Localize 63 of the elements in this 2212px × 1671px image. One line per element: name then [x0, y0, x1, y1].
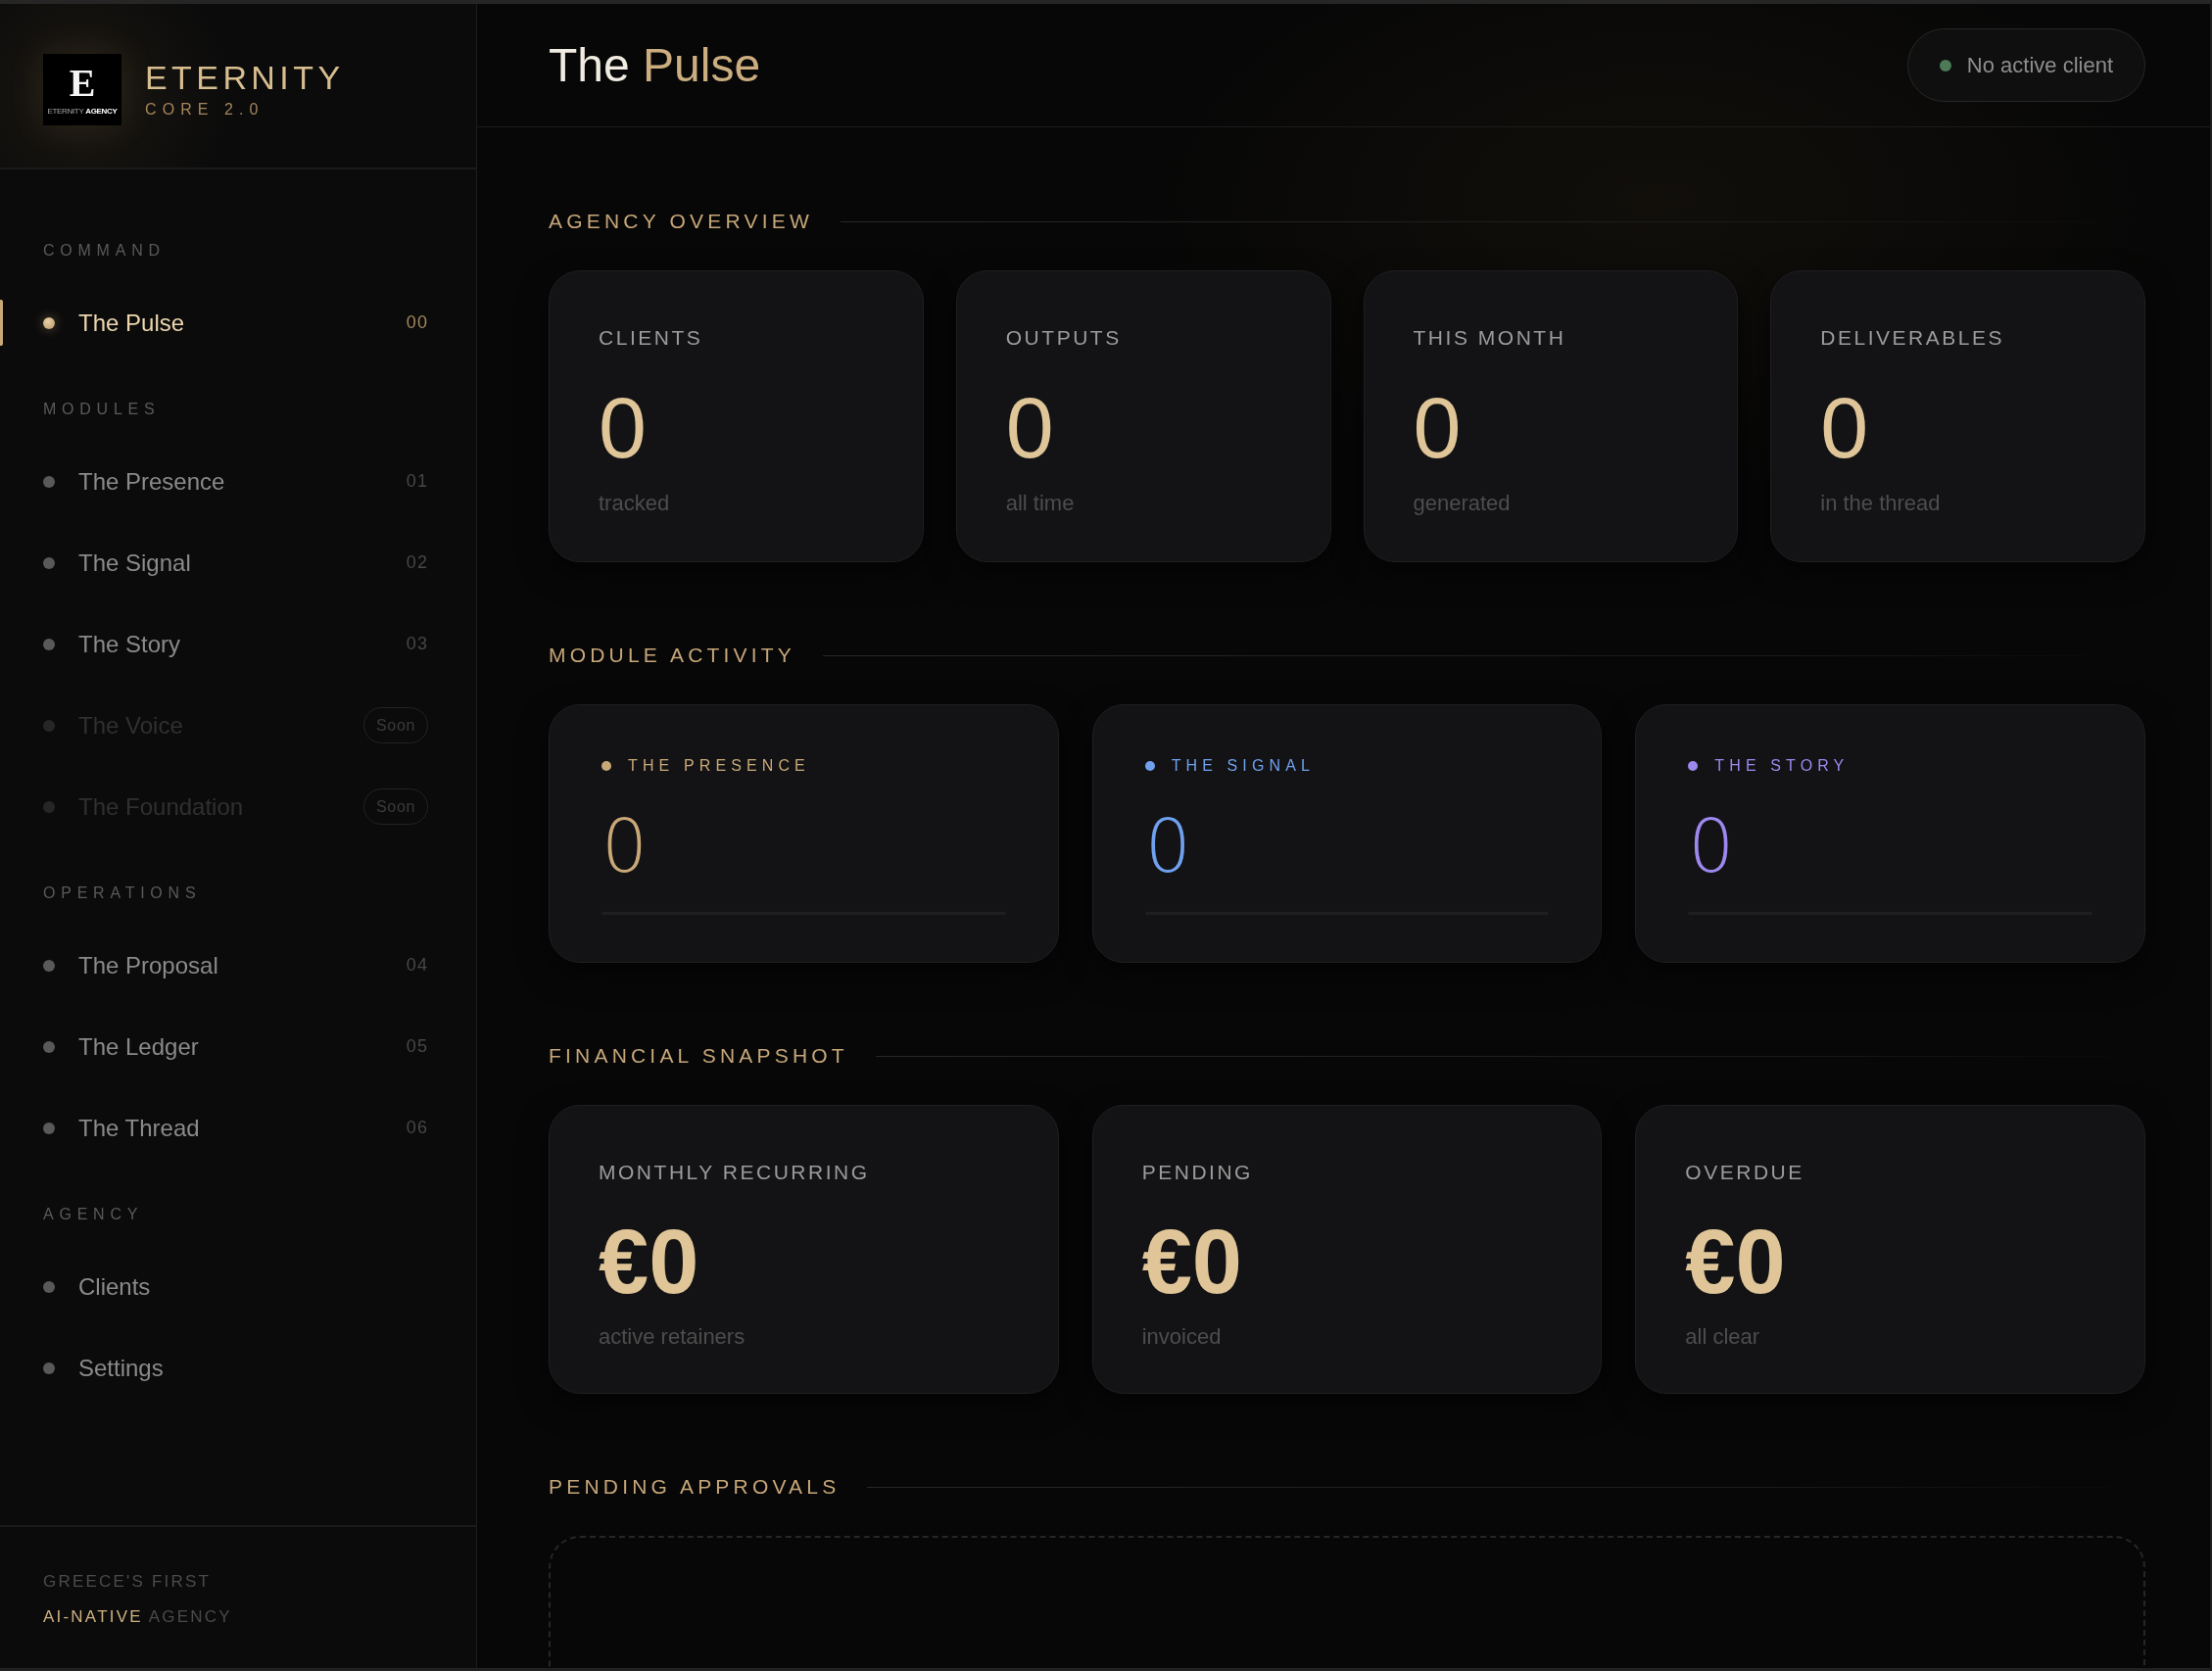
nav-link[interactable]: The Thread 06 — [0, 1087, 476, 1169]
brand-version: CORE 2.0 — [145, 101, 265, 119]
nav-link[interactable]: Clients — [0, 1246, 476, 1327]
bullet-dot-icon — [43, 719, 55, 732]
card-caption: all time — [1005, 491, 1075, 516]
card-label: OUTPUTS — [1005, 326, 1122, 350]
section-title: FINANCIAL SNAPSHOT — [549, 1044, 848, 1068]
nav-section-heading: MODULES — [42, 400, 162, 419]
nav-link[interactable]: Settings — [0, 1327, 476, 1408]
nav-link[interactable]: The Story 03 — [0, 603, 476, 685]
nav-section-heading: OPERATIONS — [42, 883, 203, 903]
card-label: PENDING — [1141, 1161, 1253, 1184]
bullet-dot-icon — [43, 556, 55, 569]
module-name: THE STORY — [1714, 756, 1850, 776]
card-value: 0 — [1413, 385, 1462, 471]
bullet-dot-icon — [43, 1040, 55, 1053]
section-title: MODULE ACTIVITY — [549, 644, 796, 667]
module-count: 0 — [1144, 809, 1191, 883]
nav-link[interactable]: The Signal 02 — [0, 522, 476, 603]
nav-section-heading: AGENCY — [42, 1205, 145, 1224]
module-count: 0 — [601, 809, 649, 883]
client-selector-button[interactable]: No active client — [1906, 28, 2145, 102]
card-label: MONTHLY RECURRING — [599, 1161, 870, 1184]
bullet-dot-icon — [43, 316, 55, 329]
bullet-dot-icon — [43, 1122, 55, 1134]
card-caption: tracked — [599, 491, 670, 516]
card-label: OVERDUE — [1685, 1161, 1804, 1184]
module-name: THE SIGNAL — [1171, 756, 1315, 776]
card-value: €0 — [1685, 1217, 1786, 1307]
card-value: 0 — [599, 385, 647, 471]
card-caption: generated — [1413, 491, 1511, 516]
module-name: THE PRESENCE — [628, 756, 810, 776]
bullet-dot-icon — [43, 1280, 55, 1293]
card-caption: in the thread — [1820, 491, 1941, 516]
module-count: 0 — [1688, 809, 1735, 883]
page-title: The Pulse — [549, 37, 761, 93]
card-label: CLIENTS — [599, 326, 703, 350]
bullet-dot-icon — [43, 638, 55, 650]
card-value: 0 — [1820, 385, 1869, 471]
logo-caption: ETERNITY AGENCY — [47, 106, 118, 116]
card-caption: invoiced — [1141, 1324, 1222, 1350]
agency-tagline: GREECE'S FIRST AI-NATIVE AGENCY — [43, 1571, 233, 1628]
nav-link[interactable]: The Presence 01 — [0, 441, 476, 522]
card-caption: all clear — [1685, 1324, 1760, 1350]
status-dot-icon — [1939, 59, 1951, 72]
nav-link[interactable]: The Proposal 04 — [0, 925, 476, 1006]
card-label: DELIVERABLES — [1820, 326, 2005, 350]
nav-section-heading: COMMAND — [42, 241, 167, 261]
card-value: 0 — [1005, 385, 1054, 471]
card-value: €0 — [1141, 1217, 1242, 1307]
bullet-dot-icon — [43, 475, 55, 488]
bullet-dot-icon — [43, 800, 55, 813]
section-title: AGENCY OVERVIEW — [549, 210, 813, 233]
logo-letter: E — [69, 63, 96, 103]
section-title: PENDING APPROVALS — [549, 1475, 841, 1499]
card-value: €0 — [599, 1217, 699, 1307]
brand-name: ETERNITY — [145, 60, 345, 95]
nav-link[interactable]: The Pulse 00 — [0, 282, 476, 363]
card-caption: active retainers — [599, 1324, 745, 1350]
bullet-dot-icon — [43, 959, 55, 972]
card-label: THIS MONTH — [1413, 326, 1566, 350]
nav-link[interactable]: The Ledger 05 — [0, 1006, 476, 1087]
bullet-dot-icon — [43, 1361, 55, 1374]
